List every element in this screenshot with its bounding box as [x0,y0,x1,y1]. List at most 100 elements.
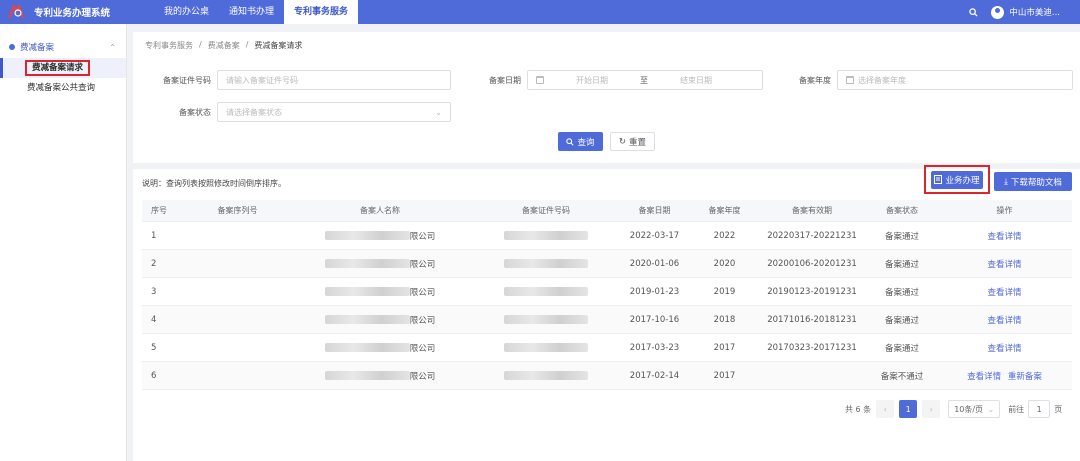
cert-cell [475,371,617,380]
goto-page-input[interactable]: 1 [1028,400,1051,418]
year-label: 备案年度 [799,75,831,85]
header-cell: 备案人名称 [360,206,400,215]
year-cell: 2017 [713,370,736,381]
filter-year: 备案年度 选择备案年度 [773,70,1073,90]
next-page-button[interactable]: › [922,400,941,418]
table-row: 2 限公司 2020-01-06 2020 20200106-20201231 … [142,250,1072,278]
app-title: 专利业务办理系统 [34,8,111,19]
header-cell: 序号 [151,206,167,215]
sidebar-group-fee-reduction[interactable]: 费减备案 ⌃ [0,36,126,58]
header-cell: 备案证件号码 [522,206,570,215]
redacted-text [324,287,410,296]
sort-note: 说明：查询列表按照修改时间倒序排序。 [142,179,286,188]
search-icon[interactable] [963,0,983,24]
name-cell: 限公司 [285,286,475,298]
records-table: 序号 备案序列号 备案人名称 备案证件号码 备案日期 备案年度 备案有效期 备案… [142,200,1072,390]
filter-status: 备案状态 请选择备案状态 ⌄ [145,102,451,122]
sidebar-item-fee-request[interactable]: 费减备案请求 [0,58,126,78]
status-cell: 备案不通过 [880,371,924,382]
nav-patent-services[interactable]: 专利事务服务 [284,0,359,24]
status-cell: 备案通过 [884,315,919,326]
download-label: 下载帮助文档 [1010,177,1062,188]
actions-cell: 查看详情 [937,286,1072,298]
view-details-link[interactable]: 查看详情 [987,344,1021,354]
validity-cell: 20171016-20181231 [767,314,857,325]
cert-cell [475,259,617,268]
date-separator: 至 [640,75,648,85]
business-label: 业务办理 [945,175,980,186]
year-cell: 2019 [713,286,736,297]
breadcrumb-item[interactable]: 费减备案 [208,40,240,51]
redacted-text [504,231,588,240]
year-select[interactable]: 选择备案年度 [837,70,1073,90]
breadcrumb-item[interactable]: 专利事务服务 [145,40,193,51]
query-button[interactable]: 查询 [558,132,603,151]
business-button[interactable]: 业务办理 [931,170,983,189]
cert-cell [475,343,617,352]
header-cell: 备案日期 [638,206,671,215]
date-label: 备案日期 [489,75,521,85]
nav-my-desk[interactable]: 我的办公桌 [154,0,219,24]
view-details-link[interactable]: 查看详情 [967,372,1001,382]
cert-number-input[interactable]: 请输入备案证件号码 [217,70,451,90]
nav-notices[interactable]: 通知书办理 [219,0,284,24]
date-cell: 2020-01-06 [629,258,680,269]
year-cell: 2022 [713,230,736,241]
name-cell: 限公司 [285,342,475,354]
status-placeholder: 请选择备案状态 [226,107,282,117]
cert-label: 备案证件号码 [163,75,211,85]
filter-cert-number: 备案证件号码 请输入备案证件号码 [145,70,451,90]
table-header: 序号 备案序列号 备案人名称 备案证件号码 备案日期 备案年度 备案有效期 备案… [142,200,1072,222]
page-size-select[interactable]: 10条/页 ⌄ [948,400,1001,418]
view-details-link[interactable]: 查看详情 [987,232,1021,242]
table-row: 6 限公司 2017-02-14 2017 备案不通过 查看详情 重新备案 [142,362,1072,390]
user-menu[interactable]: 中山市美迪... [991,5,1060,19]
calendar-icon [846,76,854,84]
date-cell: 2017-02-14 [629,370,680,381]
redacted-text [504,371,588,380]
header-cell: 备案序列号 [217,206,258,215]
sidebar-item-public-query[interactable]: 费减备案公共查询 [0,78,126,98]
avatar [991,5,1005,19]
redacted-text [324,343,410,352]
breadcrumb: 专利事务服务 / 费减备案 / 费减备案请求 [145,40,302,51]
menu-dot-icon [9,44,15,50]
name-cell: 限公司 [285,314,475,326]
app-logo [6,3,26,21]
name-suffix: 限公司 [409,287,436,298]
table-row: 5 限公司 2017-03-23 2017 20170323-20171231 … [142,334,1072,362]
redacted-text [324,259,410,268]
re-file-link[interactable]: 重新备案 [1008,372,1042,382]
name-suffix: 限公司 [409,371,436,382]
row-index: 6 [151,370,157,381]
redacted-text [324,231,410,240]
view-details-link[interactable]: 查看详情 [987,260,1021,270]
user-name: 中山市美迪... [1009,8,1060,18]
redacted-text [504,287,588,296]
view-details-link[interactable]: 查看详情 [987,288,1021,298]
date-range-input[interactable]: 开始日期 至 结束日期 [527,70,763,90]
header-cell: 备案年度 [708,206,741,215]
row-index: 5 [151,342,157,353]
pagination: 共 6 条 ‹ 1 › 10条/页 ⌄ 前往 1 页 [845,399,1062,419]
status-label: 备案状态 [179,107,211,117]
sidebar-item-label: 费减备案请求 [25,60,91,76]
download-help-button[interactable]: ⤓ 下载帮助文档 [994,172,1072,191]
reset-button[interactable]: ↻ 重置 [610,132,655,151]
year-placeholder: 选择备案年度 [858,75,906,85]
view-details-link[interactable]: 查看详情 [987,316,1021,326]
prev-page-button[interactable]: ‹ [876,400,895,418]
total-count: 共 6 条 [845,404,872,414]
date-cell: 2017-03-23 [629,342,680,353]
year-cell: 2020 [713,258,736,269]
page-number-current[interactable]: 1 [899,400,918,418]
status-cell: 备案通过 [884,343,919,354]
row-index: 2 [151,258,157,269]
status-select[interactable]: 请选择备案状态 ⌄ [217,102,451,122]
row-index: 3 [151,286,157,297]
validity-cell: 20200106-20201231 [767,258,857,269]
cert-cell [475,315,617,324]
validity-cell: 20170323-20171231 [767,342,857,353]
sidebar-group-label: 费减备案 [20,43,55,53]
chevron-down-icon: ⌄ [435,107,442,117]
